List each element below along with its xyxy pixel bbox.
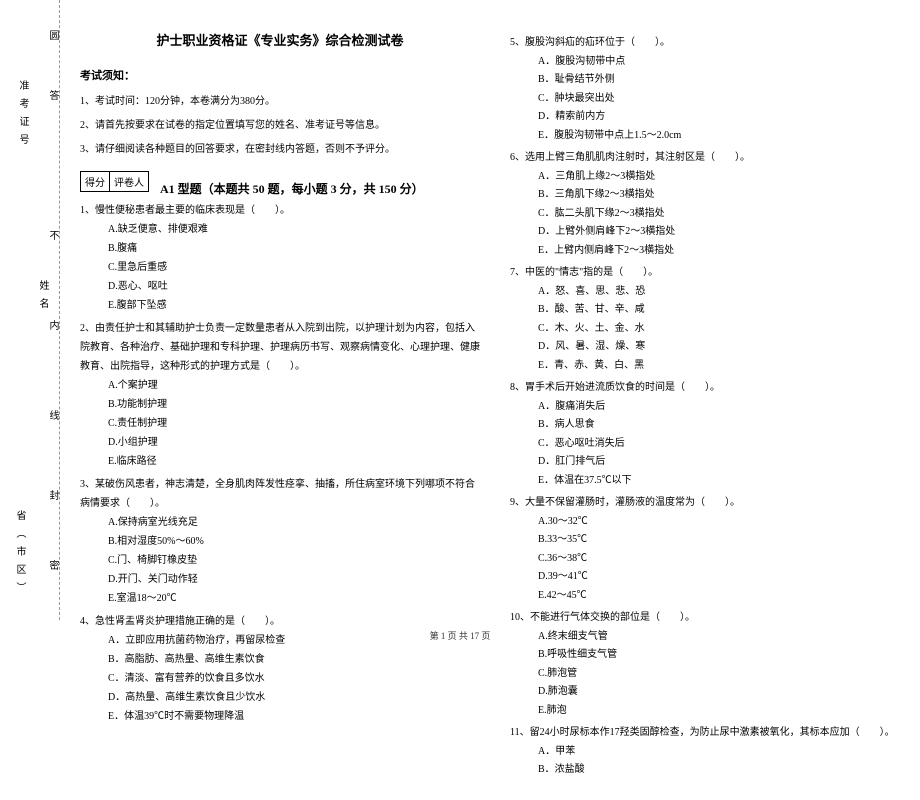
province-label: 省（市区） — [12, 510, 27, 600]
instruction-3: 3、请仔细阅读各种题目的回答要求，在密封线内答题，否则不予评分。 — [80, 139, 480, 161]
option: E．腹股沟韧带中点上1.5～2.0cm — [510, 127, 910, 146]
question-5: 5、腹股沟斜疝的疝环位于（ ）。 A．腹股沟韧带中点 B．耻骨结节外侧 C．肿块… — [510, 34, 910, 145]
notice-heading: 考试须知： — [80, 67, 480, 83]
binding-margin: 圆 答 不 内 线 封 密 准考证号 姓名 省（市区） — [0, 0, 60, 620]
option: A.个案护理 — [80, 376, 480, 395]
option: B.相对湿度50%～60% — [80, 532, 480, 551]
question-3: 3、某破伤风患者，神志清楚，全身肌肉阵发性痉挛、抽搐，所住病室环境下列哪项不符合… — [80, 475, 480, 608]
option: C．清淡、富有营养的饮食且多饮水 — [80, 669, 480, 688]
option: A．怒、喜、思、悲、恐 — [510, 283, 910, 302]
option: A.保持病室光线充足 — [80, 513, 480, 532]
option: D.39～41℃ — [510, 568, 910, 587]
question-text: 8、胃手术后开始进流质饮食的时间是（ ）。 — [510, 379, 910, 398]
option: E．上臂内侧肩峰下2～3横指处 — [510, 242, 910, 261]
exam-title: 护士职业资格证《专业实务》综合检测试卷 — [80, 30, 480, 49]
option: D.开门、关门动作轻 — [80, 570, 480, 589]
option: A．甲苯 — [510, 743, 910, 762]
seal-mark-1: 圆 — [45, 30, 60, 40]
seal-mark-3: 不 — [45, 230, 60, 240]
option: B．酸、苦、甘、辛、咸 — [510, 301, 910, 320]
option: C.36～38℃ — [510, 550, 910, 569]
grader-cell-label: 评卷人 — [109, 171, 149, 192]
option: B．高脂肪、高热量、高维生素饮食 — [80, 650, 480, 669]
option: C．肿块最突出处 — [510, 90, 910, 109]
page-footer: 第 1 页 共 17 页 — [0, 629, 920, 642]
option: C.门、椅脚钉橡皮垫 — [80, 551, 480, 570]
option: E．青、赤、黄、白、黑 — [510, 357, 910, 376]
seal-mark-4: 内 — [45, 320, 60, 330]
option: C.里急后重感 — [80, 258, 480, 277]
question-text: 2、由责任护士和其辅助护士负责一定数量患者从入院到出院，以护理计划为内容，包括入… — [80, 319, 480, 376]
section-a1-title: A1 型题（本题共 50 题，每小题 3 分，共 150 分） — [160, 180, 480, 197]
question-text: 5、腹股沟斜疝的疝环位于（ ）。 — [510, 34, 910, 53]
question-10: 10、不能进行气体交换的部位是（ ）。 A.终末细支气管 B.呼吸性细支气管 C… — [510, 609, 910, 720]
question-text: 3、某破伤风患者，神志清楚，全身肌肉阵发性痉挛、抽搐，所住病室环境下列哪项不符合… — [80, 475, 480, 513]
option: D．风、暑、湿、燥、寒 — [510, 338, 910, 357]
seal-mark-5: 线 — [45, 410, 60, 420]
exam-number-label: 准考证号 — [15, 80, 30, 152]
question-11: 11、留24小时尿标本作17羟类固醇检查，为防止尿中激素被氧化，其标本应加（ ）… — [510, 724, 910, 780]
option: D.小组护理 — [80, 433, 480, 452]
question-7: 7、中医的"情志"指的是（ ）。 A．怒、喜、思、悲、恐 B．酸、苦、甘、辛、咸… — [510, 264, 910, 375]
option: C．肱二头肌下缘2～3横指处 — [510, 205, 910, 224]
option: B．耻骨结节外侧 — [510, 71, 910, 90]
question-8: 8、胃手术后开始进流质饮食的时间是（ ）。 A．腹痛消失后 B．病人思食 C．恶… — [510, 379, 910, 490]
option: E.临床路径 — [80, 452, 480, 471]
option: A.缺乏便意、排便艰难 — [80, 220, 480, 239]
question-9: 9、大量不保留灌肠时，灌肠液的温度常为（ ）。 A.30～32℃ B.33～35… — [510, 494, 910, 605]
option: E.肺泡 — [510, 702, 910, 721]
option: B.33～35℃ — [510, 531, 910, 550]
question-text: 11、留24小时尿标本作17羟类固醇检查，为防止尿中激素被氧化，其标本应加（ ）… — [510, 724, 910, 743]
question-text: 9、大量不保留灌肠时，灌肠液的温度常为（ ）。 — [510, 494, 910, 513]
option: A．腹股沟韧带中点 — [510, 53, 910, 72]
option: B.腹痛 — [80, 239, 480, 258]
option: D.肺泡囊 — [510, 683, 910, 702]
question-1: 1、慢性便秘患者最主要的临床表现是（ ）。 A.缺乏便意、排便艰难 B.腹痛 C… — [80, 201, 480, 315]
option: D．上臂外侧肩峰下2～3横指处 — [510, 223, 910, 242]
option: D．肛门排气后 — [510, 453, 910, 472]
option: B．病人思食 — [510, 416, 910, 435]
option: E．体温在37.5℃以下 — [510, 472, 910, 491]
question-text: 1、慢性便秘患者最主要的临床表现是（ ）。 — [80, 201, 480, 220]
column-left: 护士职业资格证《专业实务》综合检测试卷 考试须知： 1、考试时间：120分钟，本… — [80, 30, 480, 780]
option: A.30～32℃ — [510, 513, 910, 532]
question-2: 2、由责任护士和其辅助护士负责一定数量患者从入院到出院，以护理计划为内容，包括入… — [80, 319, 480, 471]
option: E.42～45℃ — [510, 587, 910, 606]
option: D．高热量、高维生素饮食且少饮水 — [80, 688, 480, 707]
option: B.呼吸性细支气管 — [510, 646, 910, 665]
question-6: 6、选用上臂三角肌肌肉注射时，其注射区是（ ）。 A．三角肌上缘2～3横指处 B… — [510, 149, 910, 260]
option: A．三角肌上缘2～3横指处 — [510, 168, 910, 187]
name-label: 姓名 — [35, 280, 50, 316]
score-cell-label: 得分 — [80, 171, 110, 192]
seal-mark-7: 密 — [45, 560, 60, 570]
option: D.恶心、呕吐 — [80, 277, 480, 296]
option: E.室温18～20℃ — [80, 589, 480, 608]
seal-mark-2: 答 — [45, 90, 60, 100]
column-right: 5、腹股沟斜疝的疝环位于（ ）。 A．腹股沟韧带中点 B．耻骨结节外侧 C．肿块… — [510, 30, 910, 780]
seal-mark-6: 封 — [45, 490, 60, 500]
option: A．腹痛消失后 — [510, 398, 910, 417]
option: C．木、火、土、金、水 — [510, 320, 910, 339]
option: B.功能制护理 — [80, 395, 480, 414]
option: C.肺泡管 — [510, 665, 910, 684]
instruction-2: 2、请首先按要求在试卷的指定位置填写您的姓名、准考证号等信息。 — [80, 115, 480, 137]
option: B．浓盐酸 — [510, 761, 910, 780]
question-text: 7、中医的"情志"指的是（ ）。 — [510, 264, 910, 283]
instruction-1: 1、考试时间：120分钟，本卷满分为380分。 — [80, 91, 480, 113]
question-text: 10、不能进行气体交换的部位是（ ）。 — [510, 609, 910, 628]
option: B．三角肌下缘2～3横指处 — [510, 186, 910, 205]
option: E．体温39℃时不需要物理降温 — [80, 707, 480, 726]
option: E.腹部下坠感 — [80, 296, 480, 315]
option: C．恶心呕吐消失后 — [510, 435, 910, 454]
option: C.责任制护理 — [80, 414, 480, 433]
question-text: 6、选用上臂三角肌肌肉注射时，其注射区是（ ）。 — [510, 149, 910, 168]
option: D．精索前内方 — [510, 108, 910, 127]
